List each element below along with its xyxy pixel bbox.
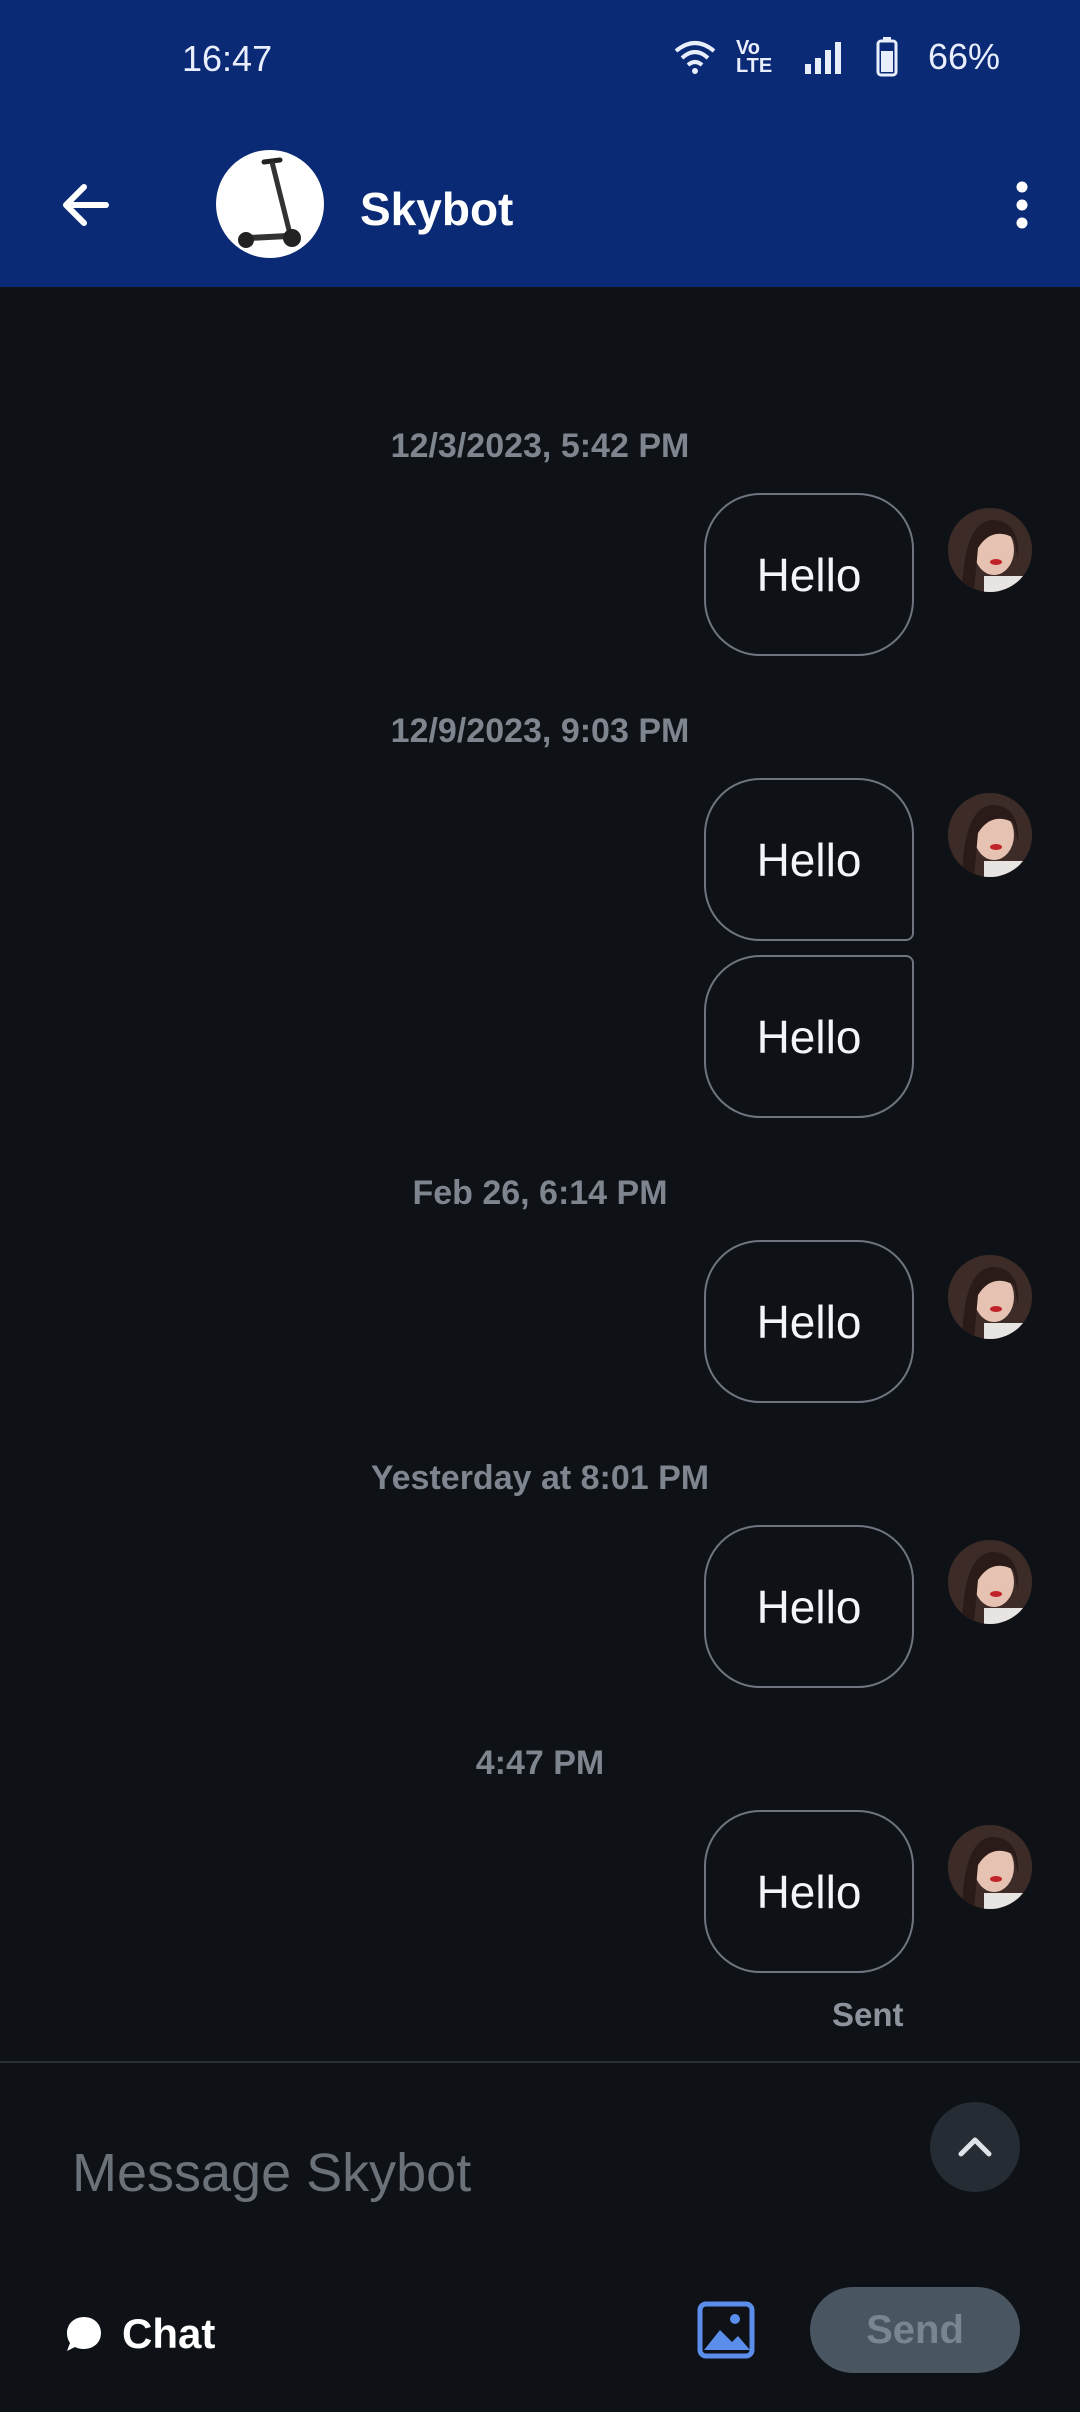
chat-mode-label: Chat bbox=[122, 2310, 216, 2357]
message-timestamp: 12/3/2023, 5:42 PM bbox=[390, 427, 690, 465]
message-bubble[interactable]: Hello bbox=[704, 493, 914, 656]
status-bar: 16:47 Vo LTE 66% bbox=[0, 0, 1080, 120]
message-bubble[interactable]: Hello bbox=[704, 1810, 914, 1973]
battery-icon bbox=[864, 34, 910, 80]
chat-title: Skybot bbox=[360, 183, 514, 235]
chat-bubble-icon bbox=[67, 2317, 101, 2351]
volte-icon: Vo LTE bbox=[735, 37, 773, 77]
message-timestamp: Yesterday at 8:01 PM bbox=[370, 1459, 710, 1497]
battery-percentage: 66% bbox=[927, 36, 1000, 77]
message-bubble[interactable]: Hello bbox=[704, 778, 914, 941]
user-avatar bbox=[948, 1540, 1032, 1624]
delivery-status: Sent bbox=[832, 1996, 904, 2033]
chat-header: Skybot bbox=[0, 120, 1080, 287]
user-avatar bbox=[948, 1255, 1032, 1339]
status-time: 16:47 bbox=[182, 38, 273, 79]
composer-divider bbox=[0, 2061, 1080, 2063]
chevron-up-icon bbox=[958, 2137, 992, 2157]
kebab-menu-icon bbox=[1016, 181, 1028, 229]
bot-avatar[interactable] bbox=[216, 150, 324, 258]
message-input[interactable]: Message Skybot bbox=[72, 2142, 471, 2204]
signal-icon bbox=[800, 34, 846, 80]
expand-composer-button[interactable] bbox=[930, 2102, 1020, 2192]
wifi-icon bbox=[672, 34, 718, 80]
more-options-button[interactable] bbox=[992, 175, 1052, 235]
message-bubble[interactable]: Hello bbox=[704, 1525, 914, 1688]
message-timestamp: 4:47 PM bbox=[475, 1744, 605, 1782]
message-bubble[interactable]: Hello bbox=[704, 955, 914, 1118]
back-button[interactable] bbox=[56, 175, 116, 235]
user-avatar bbox=[948, 1825, 1032, 1909]
user-avatar bbox=[948, 508, 1032, 592]
image-icon bbox=[697, 2301, 755, 2359]
arrow-left-icon bbox=[63, 184, 109, 226]
message-bubble[interactable]: Hello bbox=[704, 1240, 914, 1403]
message-timestamp: 12/9/2023, 9:03 PM bbox=[390, 712, 690, 750]
scooter-icon bbox=[238, 157, 301, 248]
send-button[interactable]: Send bbox=[810, 2287, 1020, 2373]
status-indicators: Vo LTE 66% bbox=[672, 34, 1000, 80]
user-avatar bbox=[948, 793, 1032, 877]
app-header: 16:47 Vo LTE 66% Skybot bbox=[0, 0, 1080, 287]
attach-image-button[interactable] bbox=[696, 2300, 756, 2360]
message-timestamp: Feb 26, 6:14 PM bbox=[412, 1174, 668, 1212]
chat-mode-button[interactable]: Chat bbox=[64, 2310, 215, 2358]
